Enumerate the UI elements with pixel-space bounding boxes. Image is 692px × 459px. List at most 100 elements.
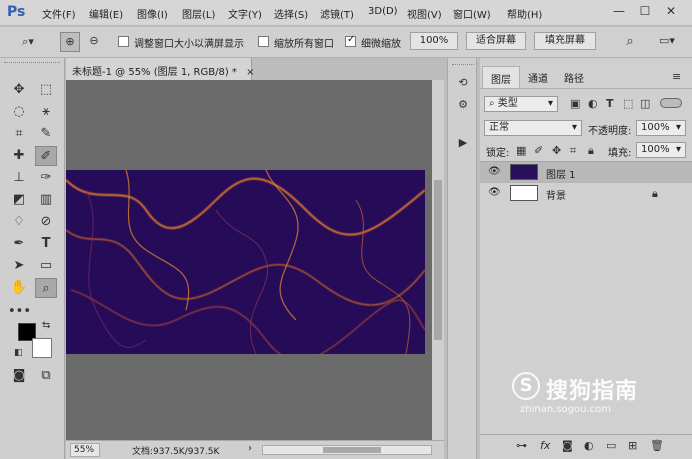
layer-style-icon[interactable]: fx xyxy=(540,439,550,452)
menu-filter[interactable]: 滤镜(T) xyxy=(320,6,354,21)
zoom-all-label: 缩放所有窗口 xyxy=(274,39,334,50)
vertical-scroll-thumb[interactable] xyxy=(434,180,442,340)
adjustment-layer-icon[interactable]: ◐ xyxy=(584,439,594,452)
more-tools-icon[interactable]: ••• xyxy=(8,302,31,322)
zoom-tool-preset-icon[interactable]: ⌕▾ xyxy=(18,35,38,49)
status-menu-arrow[interactable]: › xyxy=(248,443,252,454)
new-group-icon[interactable]: ▭ xyxy=(606,439,616,452)
blur-tool-icon[interactable]: ♢ xyxy=(8,212,30,232)
filter-pixel-icon[interactable]: ▣ xyxy=(570,97,580,110)
crop-tool-icon[interactable]: ⌗ xyxy=(8,124,30,144)
lock-position-icon[interactable]: ✥ xyxy=(552,144,561,157)
layer-row-layer1[interactable]: 👁︎ 图层 1 xyxy=(480,162,692,182)
zoom-all-checkbox[interactable] xyxy=(258,36,269,47)
filter-type-icon[interactable]: T xyxy=(606,97,614,110)
zoom-in-icon[interactable]: ⊕ xyxy=(60,32,80,52)
delete-layer-icon[interactable]: 🗑︎ xyxy=(650,439,664,452)
menu-help[interactable]: 帮助(H) xyxy=(507,6,542,21)
filter-adjustment-icon[interactable]: ◐ xyxy=(588,97,598,110)
menu-image[interactable]: 图像(I) xyxy=(137,6,168,21)
move-tool-icon[interactable]: ✥ xyxy=(8,80,30,100)
panel-grip[interactable] xyxy=(452,64,474,66)
tab-channels[interactable]: 通道 xyxy=(520,66,556,88)
menu-3d[interactable]: 3D(D) xyxy=(368,6,398,17)
toolbar-grip[interactable] xyxy=(4,62,60,64)
lock-all-icon[interactable]: 🔒︎ xyxy=(588,144,594,158)
healing-brush-tool-icon[interactable]: ✚ xyxy=(8,146,30,166)
screen-mode-icon[interactable]: ⧉ xyxy=(35,366,57,386)
zoom-tool-icon[interactable]: ⌕ xyxy=(35,278,57,298)
search-icon[interactable]: ⌕ xyxy=(622,34,638,49)
zoom-out-icon[interactable]: ⊖ xyxy=(84,32,104,52)
path-selection-tool-icon[interactable]: ➤ xyxy=(8,256,30,276)
type-tool-icon[interactable]: T xyxy=(35,234,57,254)
canvas-workspace[interactable] xyxy=(66,80,432,440)
document-tab[interactable]: 未标题-1 @ 55% (图层 1, RGB/8) * × xyxy=(66,58,254,80)
background-color-swatch[interactable] xyxy=(32,338,52,358)
document-tab-close-icon[interactable]: × xyxy=(246,67,254,78)
swap-colors-icon[interactable]: ⇆ xyxy=(42,320,50,331)
tab-layers[interactable]: 图层 xyxy=(482,66,520,88)
actions-play-icon[interactable]: ▶ xyxy=(454,136,472,149)
hand-tool-icon[interactable]: ✋ xyxy=(8,278,30,298)
marquee-tool-icon[interactable]: ⬚ xyxy=(35,80,57,100)
horizontal-scroll-thumb[interactable] xyxy=(323,447,381,453)
new-layer-icon[interactable]: ⊞ xyxy=(628,439,637,452)
zoom-100-button[interactable]: 100% xyxy=(410,32,458,50)
minimize-button[interactable]: — xyxy=(610,2,628,20)
link-layers-icon[interactable]: ⊶ xyxy=(516,439,527,452)
lock-artboard-icon[interactable]: ⌗ xyxy=(570,144,576,158)
menu-select[interactable]: 选择(S) xyxy=(274,6,308,21)
fit-screen-button[interactable]: 适合屏幕 xyxy=(466,32,526,50)
eraser-tool-icon[interactable]: ◩ xyxy=(8,190,30,210)
lasso-tool-icon[interactable]: ◌ xyxy=(8,102,30,122)
visibility-eye-icon[interactable]: 👁︎ xyxy=(488,187,501,198)
tab-paths[interactable]: 路径 xyxy=(556,66,592,88)
magic-wand-tool-icon[interactable]: ⚹ xyxy=(35,102,57,122)
fill-screen-button[interactable]: 填充屏幕 xyxy=(534,32,596,50)
filter-smartobject-icon[interactable]: ◫ xyxy=(640,97,650,110)
panel-menu-icon[interactable]: ≡ xyxy=(672,70,681,83)
dodge-tool-icon[interactable]: ⊘ xyxy=(35,212,57,232)
resize-windows-checkbox[interactable] xyxy=(118,36,129,47)
history-brush-tool-icon[interactable]: ✑ xyxy=(35,168,57,188)
brush-tool-icon[interactable]: ✐ xyxy=(35,146,57,166)
menu-view[interactable]: 视图(V) xyxy=(407,6,442,21)
filter-toggle-switch[interactable] xyxy=(660,98,682,108)
fill-field[interactable]: 100% ▾ xyxy=(636,142,686,158)
lock-pixels-icon[interactable]: ✐ xyxy=(534,144,543,157)
layer-name: 图层 1 xyxy=(546,170,576,181)
menu-layer[interactable]: 图层(L) xyxy=(182,6,215,21)
menu-type[interactable]: 文字(Y) xyxy=(228,6,262,21)
blend-mode-select[interactable]: 正常 ▾ xyxy=(484,120,582,136)
document-canvas[interactable] xyxy=(66,170,425,354)
rectangle-tool-icon[interactable]: ▭ xyxy=(35,256,57,276)
default-colors-icon[interactable]: ◧ xyxy=(14,348,23,358)
panel-footer-divider xyxy=(480,434,692,435)
history-panel-icon[interactable]: ⟲ xyxy=(454,76,472,89)
layer-filter-select[interactable]: ⌕ 类型 ▾ xyxy=(484,96,558,112)
quick-mask-icon[interactable]: ◙ xyxy=(8,366,30,386)
layer-row-background[interactable]: 👁︎ 背景 🔒︎ xyxy=(480,182,692,202)
maximize-button[interactable]: ☐ xyxy=(636,2,654,20)
pen-tool-icon[interactable]: ✒ xyxy=(8,234,30,254)
lock-transparent-icon[interactable]: ▦ xyxy=(516,144,526,157)
menu-edit[interactable]: 编辑(E) xyxy=(89,6,123,21)
properties-panel-icon[interactable]: ⚙ xyxy=(454,98,472,111)
filter-shape-icon[interactable]: ⬚ xyxy=(623,97,633,110)
visibility-eye-icon[interactable]: 👁︎ xyxy=(488,166,501,177)
stamp-tool-icon[interactable]: ⊥ xyxy=(8,168,30,188)
gradient-tool-icon[interactable]: ▥ xyxy=(35,190,57,210)
horizontal-scrollbar[interactable] xyxy=(262,445,432,455)
close-button[interactable]: ✕ xyxy=(662,2,680,20)
workspace-switcher-icon[interactable]: ▭▾ xyxy=(652,34,682,47)
scrubby-zoom-checkbox[interactable] xyxy=(345,34,356,47)
menu-file[interactable]: 文件(F) xyxy=(42,6,76,21)
menu-window[interactable]: 窗口(W) xyxy=(453,6,491,21)
eyedropper-tool-icon[interactable]: ✎ xyxy=(35,124,57,144)
zoom-level-field[interactable]: 55% xyxy=(70,443,100,457)
opacity-field[interactable]: 100% ▾ xyxy=(636,120,686,136)
vertical-scrollbar[interactable] xyxy=(432,80,444,440)
layer-name: 背景 xyxy=(546,191,566,202)
add-mask-icon[interactable]: ◙ xyxy=(562,439,573,452)
